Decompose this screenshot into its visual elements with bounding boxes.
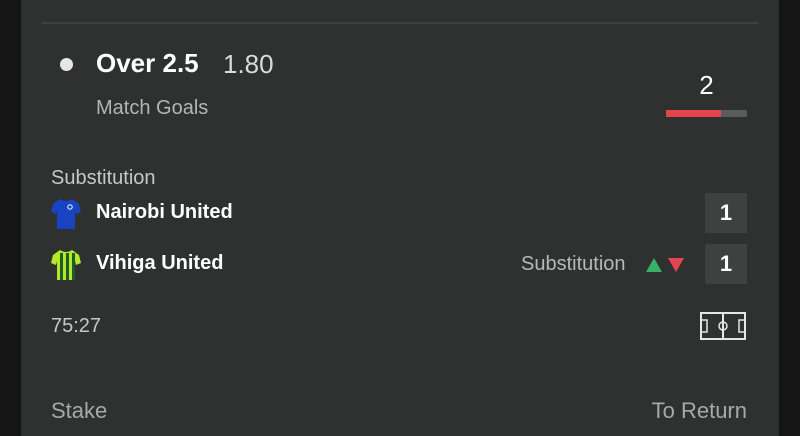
away-score: 1 [705, 244, 747, 284]
stake-label: Stake [51, 398, 108, 423]
selection-odds: 1.80 [223, 49, 274, 79]
goal-count: 2 [699, 70, 714, 100]
substitution-note: Substitution [521, 253, 626, 275]
home-score: 1 [705, 193, 747, 233]
team-row-home: Nairobi United 1 [0, 193, 800, 233]
team-row-away: Vihiga United Substitution 1 [0, 244, 800, 284]
football-pitch-icon[interactable] [700, 312, 746, 340]
selection-bullet-icon [60, 58, 73, 71]
match-time: 75:27 [51, 315, 102, 337]
away-team-name: Vihiga United [96, 252, 224, 274]
substitution-in-arrow-icon [646, 258, 662, 272]
event-label: Substitution [51, 167, 156, 189]
green-striped-jersey-icon [51, 250, 81, 280]
home-team-name: Nairobi United [96, 201, 233, 223]
to-return-label: To Return [651, 398, 747, 423]
market-name: Match Goals [96, 97, 209, 119]
blue-jersey-icon [51, 199, 81, 229]
substitution-out-arrow-icon [668, 258, 684, 272]
goal-progress-fill [666, 110, 722, 117]
divider [42, 22, 758, 24]
goal-progress-bar [666, 110, 747, 117]
selection-name: Over 2.5 [96, 48, 199, 78]
